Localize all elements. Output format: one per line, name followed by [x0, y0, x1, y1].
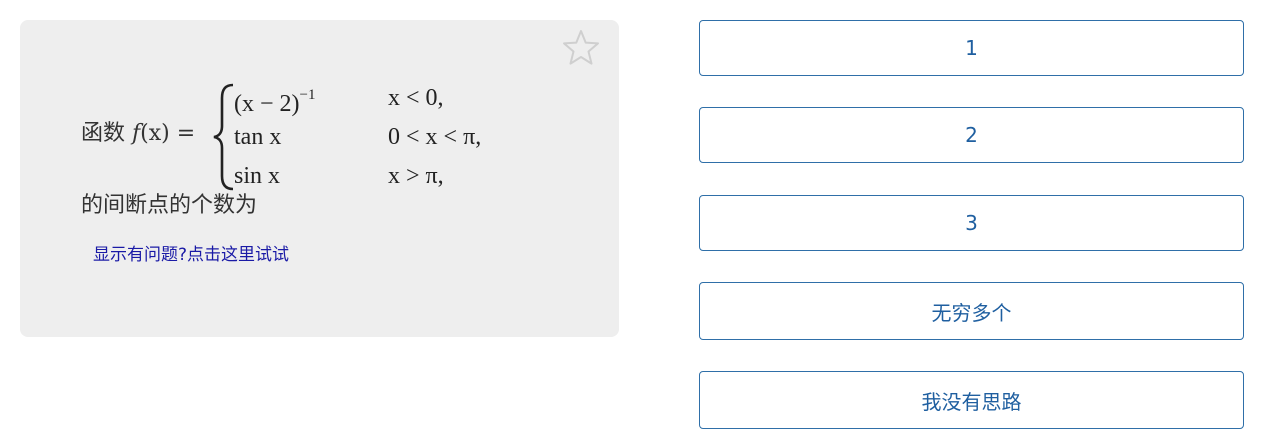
function-prefix-text: 函数	[81, 121, 126, 146]
option-3-button[interactable]: 3	[699, 195, 1244, 251]
display-issue-link[interactable]: 显示有问题?点击这里试试	[93, 244, 289, 266]
case-3-expression: sin x	[234, 163, 281, 189]
option-2-button[interactable]: 2	[699, 107, 1244, 163]
favorite-star-icon[interactable]	[561, 28, 601, 68]
function-name: f	[132, 121, 141, 146]
function-intro: 函数 f(x) =	[81, 120, 195, 148]
piecewise-formula: 函数 f(x) = (x − 2)−1 x < 0, tan x 0 < x <…	[81, 82, 601, 218]
case-2-expression: tan x	[234, 124, 282, 150]
question-text: 函数 f(x) = (x − 2)−1 x < 0, tan x 0 < x <…	[81, 82, 601, 218]
question-suffix: 的间断点的个数为	[81, 193, 258, 218]
case-1-expression: (x − 2)−1	[234, 87, 316, 117]
option-infinite-button[interactable]: 无穷多个	[699, 282, 1244, 340]
case-3-condition: x > π,	[388, 163, 444, 189]
option-no-idea-button[interactable]: 我没有思路	[699, 371, 1244, 429]
case-1-condition: x < 0,	[388, 85, 444, 111]
case-2-condition: 0 < x < π,	[388, 124, 482, 150]
function-arg: (x) =	[140, 121, 196, 146]
question-card: 函数 f(x) = (x − 2)−1 x < 0, tan x 0 < x <…	[20, 20, 619, 337]
option-1-button[interactable]: 1	[699, 20, 1244, 76]
